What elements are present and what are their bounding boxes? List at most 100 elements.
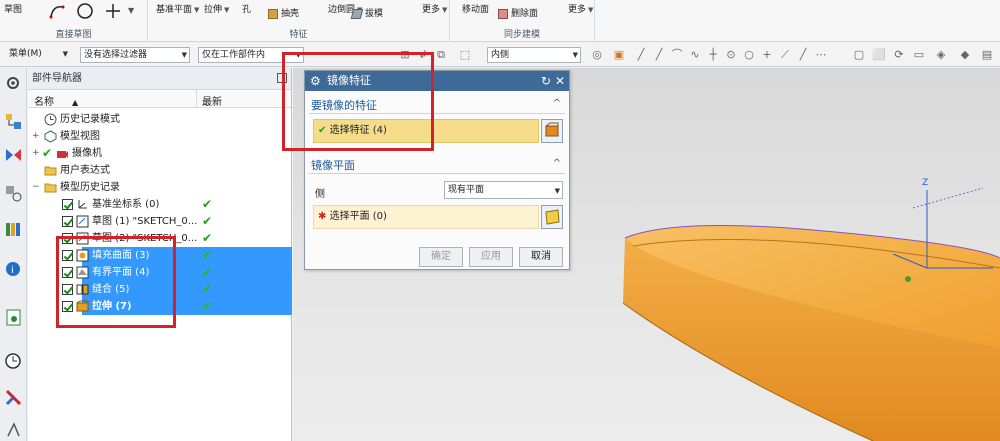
extrude-button[interactable]: 拉伸 ▼ [204,2,229,15]
expand-icon[interactable]: + [32,145,40,162]
refresh-icon[interactable]: ⟳ [892,48,906,62]
chevron-down-icon: ▼ [554,187,560,195]
section-divider [309,173,565,174]
column-divider[interactable] [196,90,197,108]
up-to-date-icon: ✔ [202,214,213,228]
mirror-plane-heading[interactable]: 镜像平面 [311,157,355,173]
direct-sketch-label: 直接草图 [55,30,92,40]
sort-ascending-icon: ▲ [72,98,79,107]
arc-center-icon[interactable]: ⊙ [724,48,738,62]
roles-icon[interactable] [4,420,23,439]
grid-icon[interactable]: ⋯ [814,48,828,62]
more-sync-label: 更多 [568,5,587,15]
up-to-date-icon: ✔ [202,299,213,313]
sketch-button[interactable]: 草图 [4,2,22,15]
cube-icon[interactable]: ▣ [612,48,626,62]
check-icon: ✔ [42,146,53,160]
name-column-header[interactable]: 名称 ▲ [34,93,78,108]
snap-face-icon[interactable]: ⧉ [434,48,448,62]
snap-mode-select[interactable]: 内侧 ▼ [487,47,581,63]
list-item[interactable]: + ✔ 摄像机 [28,145,292,162]
circle-icon[interactable] [76,2,94,20]
constraint-navigator-icon[interactable] [4,146,23,165]
type-filter-select[interactable]: 没有选择过滤器 ▼ [80,47,190,63]
history-mode-icon [44,113,57,126]
collapse-icon[interactable]: ^ [553,98,561,109]
assembly-navigator-icon[interactable] [4,112,23,131]
point-plus-icon[interactable]: + [760,48,774,62]
datum-plane-button[interactable]: 基准平面 ▼ [156,2,199,15]
delete-face-button[interactable]: 删除面 [498,6,538,19]
select-plane-field[interactable]: ✱ 选择平面 (0) [313,205,539,229]
ok-button[interactable]: 确定 [419,247,463,267]
resource-bar: i [0,68,27,441]
clock-icon[interactable] [4,352,23,371]
datum-plane-label: 基准平面 [156,5,193,15]
move-face-button[interactable]: 移动面 [462,2,489,15]
up-to-date-icon: ✔ [202,231,213,245]
spline-icon[interactable]: ∿ [688,48,702,62]
arc-icon[interactable] [48,2,66,20]
color-icon[interactable]: ◆ [958,48,972,62]
list-item[interactable]: 基准坐标系 (0) ✔ [28,196,292,213]
part-navigator-title: 部件导航器 [32,73,82,84]
select-plane-label: 选择平面 (0) [329,211,387,222]
render-style-icon[interactable]: ◈ [934,48,948,62]
sync-group-label: 同步建模 [503,30,540,40]
history-palette-icon[interactable] [4,308,23,327]
reset-icon[interactable]: ↻ [541,74,551,88]
up-to-date-icon: ✔ [202,197,213,211]
list-item[interactable]: 历史记录模式 [28,111,292,128]
view-icon[interactable]: ▢ [852,48,866,62]
gear-icon[interactable] [4,74,23,93]
line3-icon[interactable]: ╱ [796,48,810,62]
more-feature-button[interactable]: 更多 ▼ [422,2,447,15]
draft-button[interactable]: 拔模 [350,6,383,19]
cancel-button[interactable]: 取消 [519,247,563,267]
point-icon[interactable] [104,2,122,20]
folder-open-icon [44,183,57,193]
tree-item-label: 草图 (1) "SKETCH_0... [92,216,198,227]
layer-icon[interactable]: ▤ [980,48,994,62]
tree-item-label: 模型历史记录 [60,182,120,193]
up-to-date-icon: ✔ [202,248,213,262]
svg-text:i: i [11,265,14,276]
shell-button[interactable]: 抽壳 [268,6,299,19]
quadrant-icon[interactable]: ○ [742,48,756,62]
collapse-icon[interactable]: − [32,179,40,196]
tangent-icon[interactable]: ⟋ [778,48,792,62]
delete-face-label: 删除面 [511,9,539,19]
plane-label: 侧 [315,189,325,200]
visibility-checkbox[interactable] [62,216,73,227]
list-item[interactable]: 用户表达式 [28,162,292,179]
plane-picker-button[interactable] [541,205,563,229]
system-materials-icon[interactable] [4,388,23,407]
curve-icon[interactable]: ⌒ [670,48,684,62]
line2-icon[interactable]: ╱ [652,48,666,62]
expand-icon[interactable]: + [32,128,40,145]
part-navigator-icon[interactable] [4,184,23,203]
collapse-icon[interactable]: ^ [553,158,561,169]
plane-select[interactable]: 现有平面 ▼ [444,181,563,199]
web-browser-icon[interactable]: i [4,260,23,279]
list-item[interactable]: + 模型视图 [28,128,292,145]
chevron-down-icon[interactable]: ▼ [128,6,134,15]
latest-column-header[interactable]: 最新 [202,93,222,108]
menu-button[interactable]: 菜单(M) ▼ [6,47,70,63]
list-item[interactable]: 草图 (1) "SKETCH_0... ✔ [28,213,292,230]
apply-button[interactable]: 应用 [469,247,513,267]
sync-modeling-group: 移动面 删除面 更多 ▼ 同步建模 [450,0,595,42]
reuse-library-icon[interactable] [4,220,23,239]
hole-button[interactable]: 孔 [242,2,251,15]
close-icon[interactable]: ✕ [555,74,565,88]
fit-icon[interactable]: ⬜ [872,48,886,62]
eye-icon[interactable]: ◎ [590,48,604,62]
list-item[interactable]: − 模型历史记录 [28,179,292,196]
select-rect-icon[interactable]: ⬚ [458,48,472,62]
more-sync-button[interactable]: 更多 ▼ [568,2,593,15]
intersect-icon[interactable]: ┼ [706,48,720,62]
frame-icon[interactable]: ▭ [912,48,926,62]
visibility-checkbox[interactable] [62,199,73,210]
line-icon[interactable]: ╱ [634,48,648,62]
feature-picker-button[interactable] [541,119,563,143]
